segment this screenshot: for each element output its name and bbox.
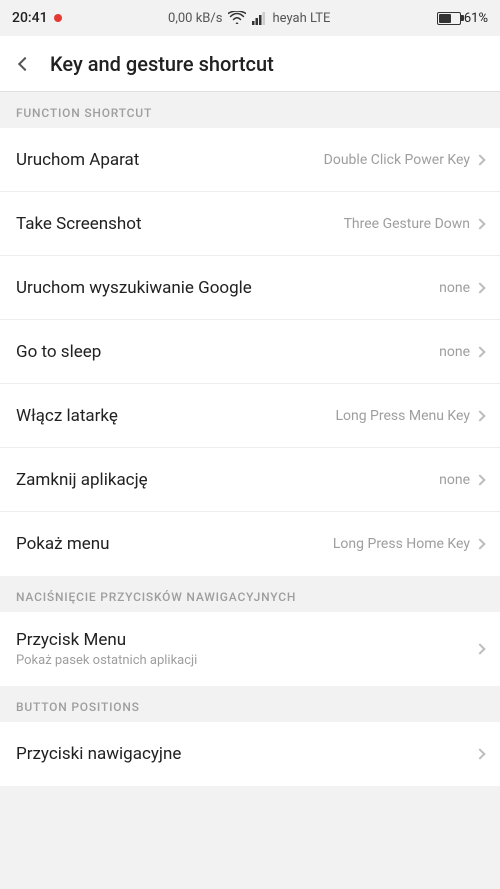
item-subtitle-przycisk-menu: Pokaż pasek ostatnich aplikacji bbox=[16, 653, 197, 668]
list-item-take-screenshot[interactable]: Take Screenshot Three Gesture Down bbox=[0, 192, 500, 256]
list-item-go-to-sleep[interactable]: Go to sleep none bbox=[0, 320, 500, 384]
chevron-icon bbox=[474, 410, 485, 421]
chevron-icon bbox=[474, 282, 485, 293]
chevron-icon bbox=[474, 748, 485, 759]
chevron-icon bbox=[474, 154, 485, 165]
item-value-uruchom-aparat: Double Click Power Key bbox=[324, 152, 470, 168]
list-item-pokaz-menu[interactable]: Pokaż menu Long Press Home Key bbox=[0, 512, 500, 576]
network-speed: 0,00 kB/s bbox=[168, 11, 222, 26]
item-title-przycisk-menu: Przycisk Menu bbox=[16, 630, 197, 650]
section-header-positions: BUTTON POSITIONS bbox=[0, 686, 500, 722]
list-item-wlacz-latarke[interactable]: Włącz latarkę Long Press Menu Key bbox=[0, 384, 500, 448]
back-button[interactable] bbox=[16, 55, 34, 73]
wifi-icon bbox=[228, 11, 246, 25]
battery-percent: 61% bbox=[464, 11, 488, 26]
chevron-icon bbox=[474, 346, 485, 357]
status-time: 20:41 bbox=[12, 10, 48, 26]
item-value-go-to-sleep: none bbox=[439, 344, 470, 360]
nav-buttons-card: Przycisk Menu Pokaż pasek ostatnich apli… bbox=[0, 612, 500, 686]
item-title-przyciski-nawigacyjne: Przyciski nawigacyjne bbox=[16, 744, 181, 764]
back-arrow-icon bbox=[18, 56, 32, 70]
status-right: 61% bbox=[437, 11, 488, 26]
page-title: Key and gesture shortcut bbox=[50, 52, 274, 76]
item-value-wlacz-latarke: Long Press Menu Key bbox=[335, 408, 470, 424]
section-header-nav: NACIŚNIĘCIE PRZYCISKÓW NAWIGACYJNYCH bbox=[0, 576, 500, 612]
list-item-przycisk-menu[interactable]: Przycisk Menu Pokaż pasek ostatnich apli… bbox=[0, 612, 500, 686]
list-item-przyciski-nawigacyjne[interactable]: Przyciski nawigacyjne bbox=[0, 722, 500, 786]
item-value-pokaz-menu: Long Press Home Key bbox=[333, 536, 470, 552]
status-dot bbox=[54, 14, 62, 22]
function-shortcut-card: Uruchom Aparat Double Click Power Key Ta… bbox=[0, 128, 500, 576]
chevron-icon bbox=[474, 538, 485, 549]
list-item-uruchom-aparat[interactable]: Uruchom Aparat Double Click Power Key bbox=[0, 128, 500, 192]
button-positions-card: Przyciski nawigacyjne bbox=[0, 722, 500, 786]
signal-icon bbox=[252, 11, 266, 25]
list-item-zamknij-aplikacje[interactable]: Zamknij aplikację none bbox=[0, 448, 500, 512]
status-center: 0,00 kB/s heyah LTE bbox=[168, 11, 330, 26]
chevron-icon bbox=[474, 643, 485, 654]
item-title-uruchom-wyszukiwanie: Uruchom wyszukiwanie Google bbox=[16, 278, 252, 298]
status-left: 20:41 bbox=[12, 10, 62, 26]
item-title-uruchom-aparat: Uruchom Aparat bbox=[16, 150, 139, 170]
chevron-icon bbox=[474, 218, 485, 229]
carrier: heyah LTE bbox=[272, 11, 330, 26]
item-title-pokaz-menu: Pokaż menu bbox=[16, 534, 110, 554]
item-value-uruchom-wyszukiwanie: none bbox=[439, 280, 470, 296]
item-value-zamknij-aplikacje: none bbox=[439, 472, 470, 488]
top-bar: Key and gesture shortcut bbox=[0, 36, 500, 92]
item-title-zamknij-aplikacje: Zamknij aplikację bbox=[16, 470, 148, 490]
chevron-icon bbox=[474, 474, 485, 485]
battery-icon bbox=[437, 12, 461, 25]
item-title-go-to-sleep: Go to sleep bbox=[16, 342, 101, 362]
item-title-take-screenshot: Take Screenshot bbox=[16, 214, 142, 234]
item-title-wlacz-latarke: Włącz latarkę bbox=[16, 406, 118, 426]
list-item-uruchom-wyszukiwanie[interactable]: Uruchom wyszukiwanie Google none bbox=[0, 256, 500, 320]
section-header-function: FUNCTION SHORTCUT bbox=[0, 92, 500, 128]
item-value-take-screenshot: Three Gesture Down bbox=[344, 216, 470, 232]
status-bar: 20:41 0,00 kB/s heyah LTE 61% bbox=[0, 0, 500, 36]
